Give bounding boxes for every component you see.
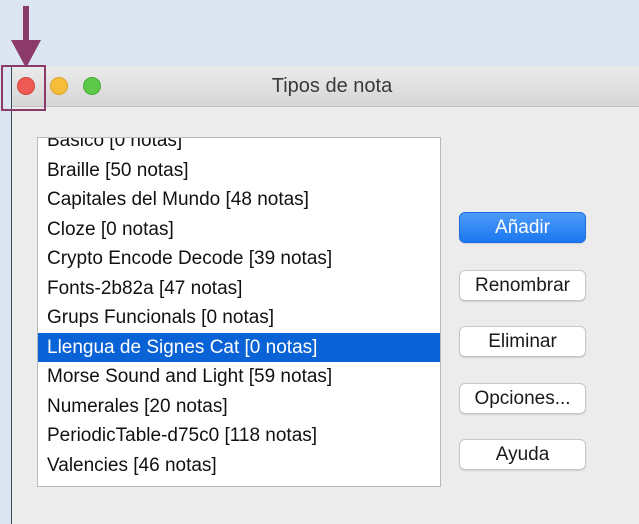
annotation-arrow [11, 6, 41, 68]
note-type-item[interactable]: Llengua de Signes Cat [0 notas] [38, 332, 440, 362]
note-type-item[interactable]: Morse Sound and Light [59 notas] [38, 362, 440, 392]
help-button[interactable]: Ayuda [459, 439, 586, 470]
note-types-list-content: Básico [0 notas] Braille [50 notas] Capita… [38, 138, 440, 481]
window-title: Tipos de nota [271, 75, 393, 97]
add-button[interactable]: Añadir [459, 212, 586, 243]
note-type-item[interactable]: Crypto Encode Decode [39 notas] [38, 244, 440, 274]
note-type-item[interactable]: Básico [0 notas] [38, 138, 440, 156]
note-type-item[interactable]: Braille [50 notas] [38, 156, 440, 186]
note-type-item[interactable]: Fonts-2b82a [47 notas] [38, 274, 440, 304]
title-bar: Tipos de nota [12, 66, 639, 107]
note-types-list[interactable]: Básico [0 notas] Braille [50 notas] Capita… [37, 137, 441, 487]
note-type-item[interactable]: Numerales [20 notas] [38, 392, 440, 422]
note-type-item[interactable]: PeriodicTable-d75c0 [118 notas] [38, 421, 440, 451]
annotation-highlight-box [1, 65, 46, 111]
options-button[interactable]: Opciones... [459, 383, 586, 414]
delete-button[interactable]: Eliminar [459, 326, 586, 357]
note-type-item[interactable]: Capitales del Mundo [48 notas] [38, 185, 440, 215]
note-type-item[interactable]: Valencies [46 notas] [38, 451, 440, 481]
note-types-window: Tipos de nota Básico [0 notas] Braille [5… [11, 66, 639, 524]
note-type-item[interactable]: Grups Funcionals [0 notas] [38, 303, 440, 333]
note-type-item[interactable]: Cloze [0 notas] [38, 215, 440, 245]
rename-button[interactable]: Renombrar [459, 270, 586, 301]
